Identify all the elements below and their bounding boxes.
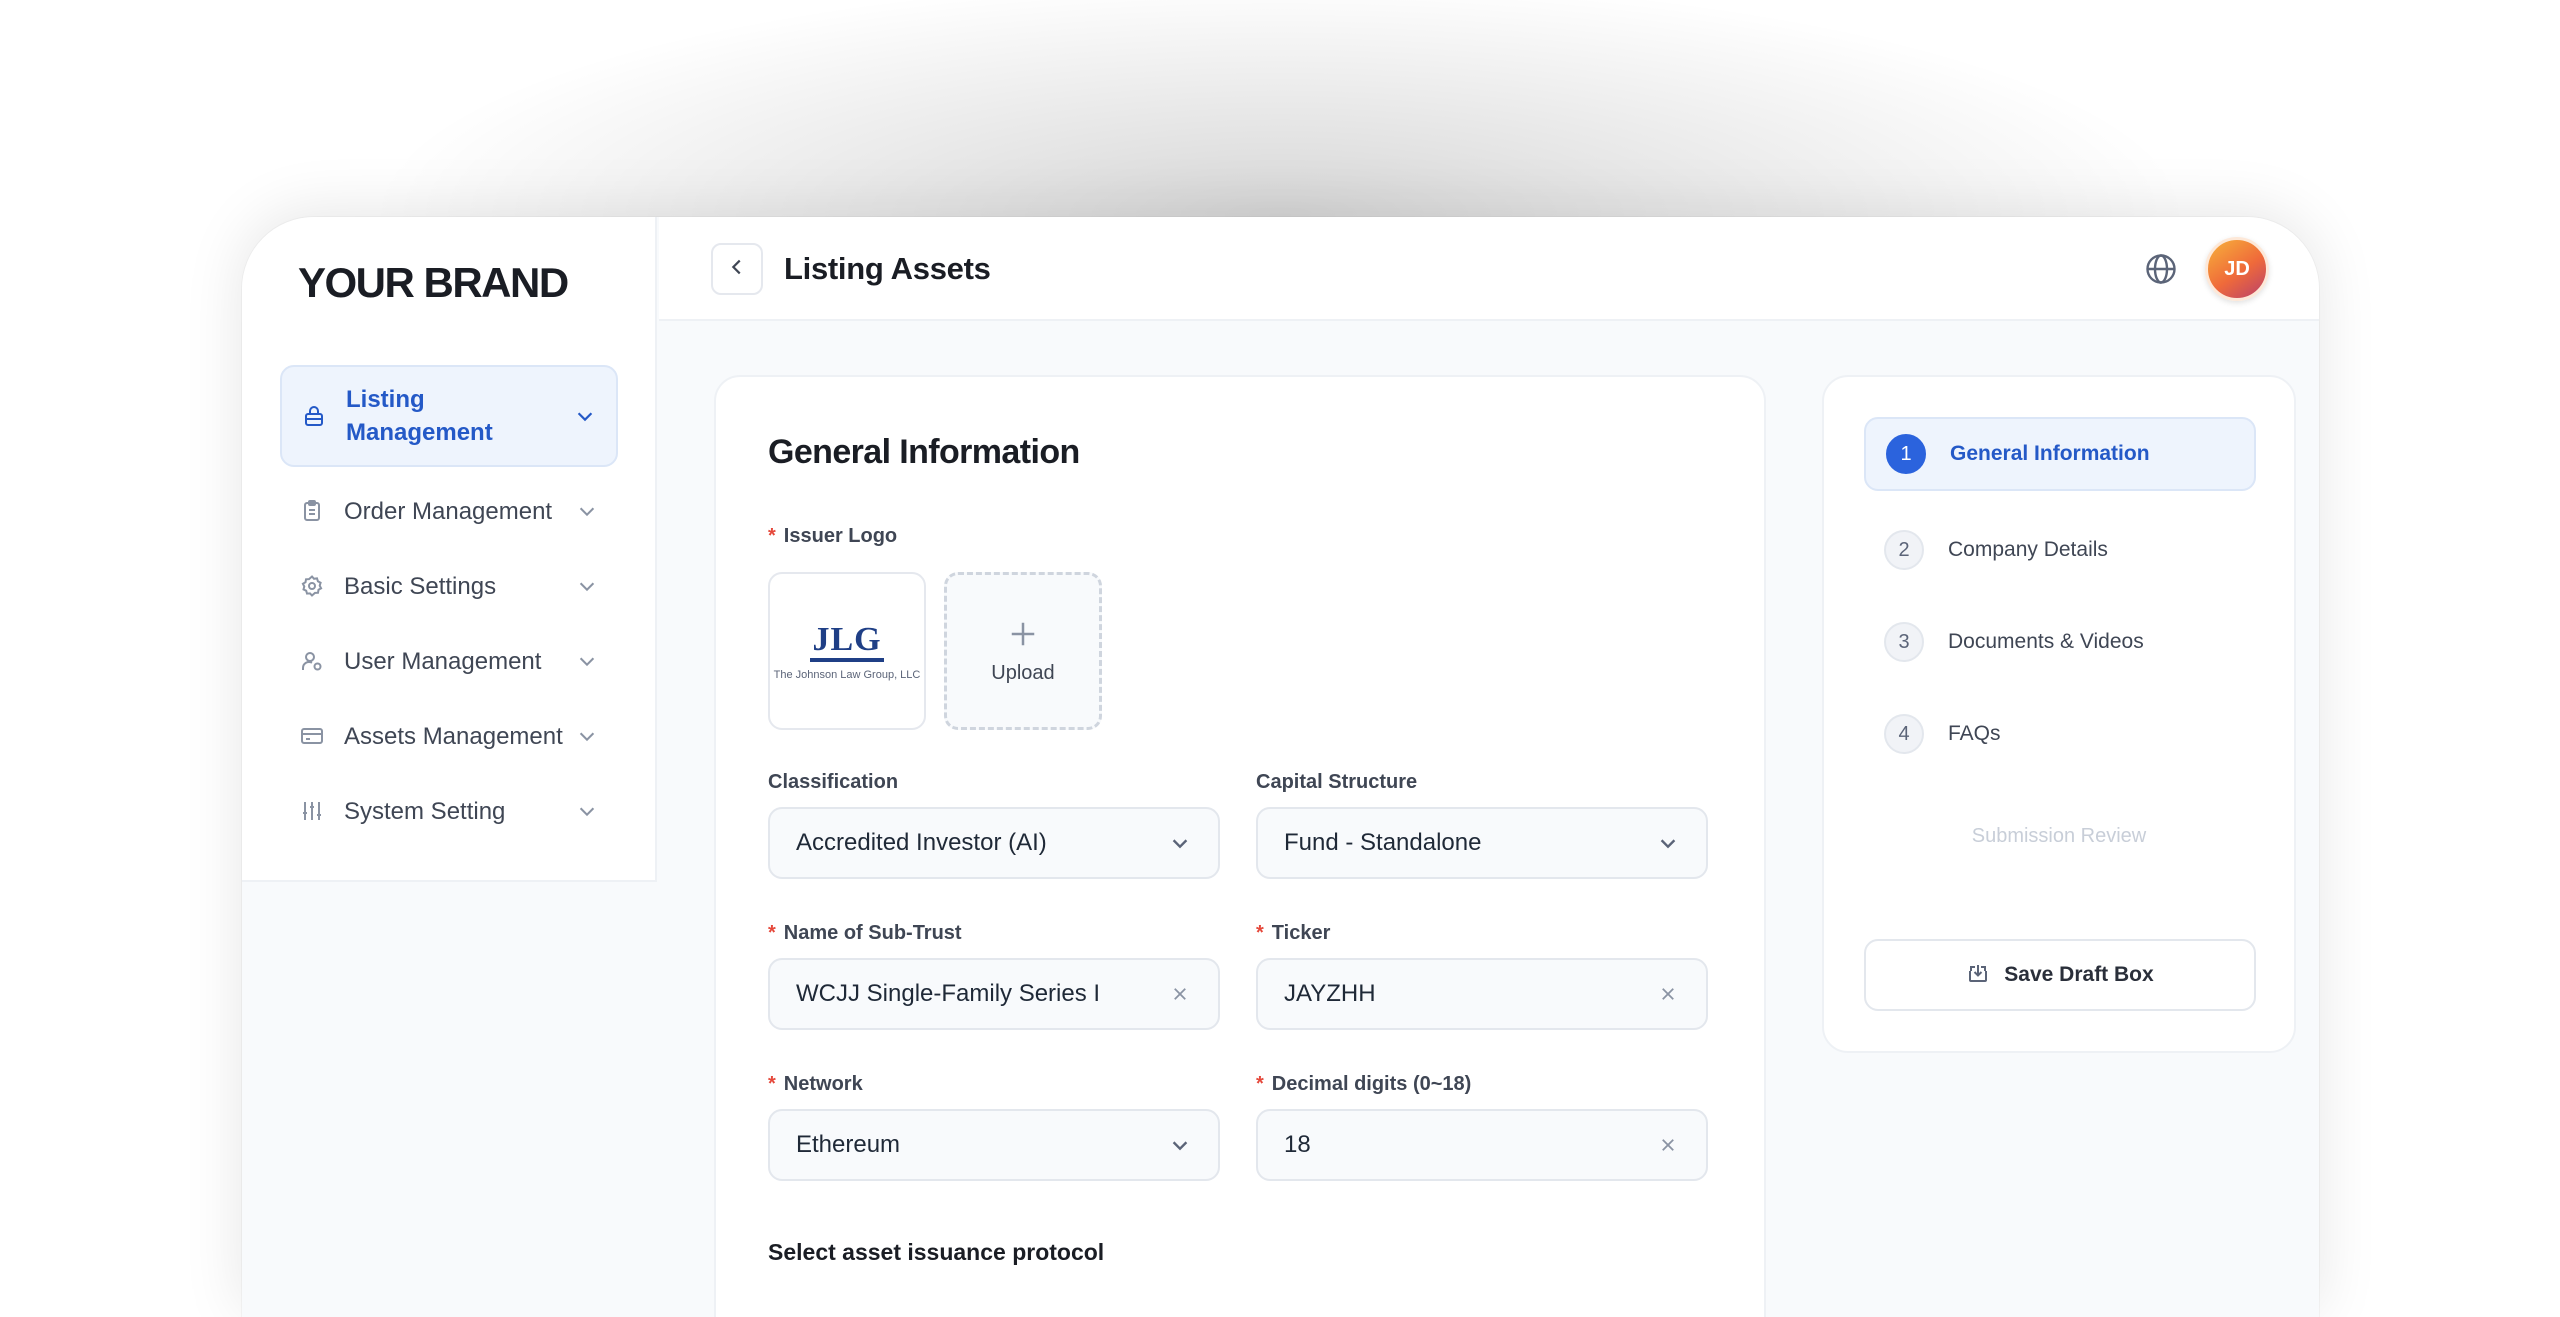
chevron-down-icon <box>576 725 598 747</box>
step-company-details[interactable]: 2 Company Details <box>1864 513 2256 587</box>
page-title: Listing Assets <box>784 251 991 286</box>
step-documents-videos[interactable]: 3 Documents & Videos <box>1864 605 2256 679</box>
logo-subtext: The Johnson Law Group, LLC <box>773 668 921 681</box>
chevron-down-icon <box>1168 1133 1192 1157</box>
issuer-logo-image[interactable]: JLG The Johnson Law Group, LLC <box>768 572 926 730</box>
general-information-card: General Information * Issuer Logo JLG The… <box>714 375 1766 1317</box>
required-mark: * <box>1256 922 1264 944</box>
decimal-digits-label: * Decimal digits (0~18) <box>1256 1073 1471 1096</box>
sidebar: YOUR BRAND Listing Management Order Mana… <box>242 217 657 882</box>
label-text: Decimal digits (0~18) <box>1271 1073 1472 1095</box>
chevron-left-icon <box>726 256 748 283</box>
sub-trust-label: * Name of Sub-Trust <box>768 922 962 945</box>
label-text: Name of Sub-Trust <box>783 922 962 944</box>
steps-panel: 1 General Information 2 Company Details … <box>1822 375 2296 1053</box>
decimal-digits-input[interactable]: 18 <box>1256 1109 1708 1181</box>
capital-structure-select[interactable]: Fund - Standalone <box>1256 807 1708 879</box>
step-number: 3 <box>1884 622 1924 662</box>
back-button[interactable] <box>711 243 763 295</box>
decimal-digits-value: 18 <box>1284 1131 1311 1158</box>
submission-review-button[interactable]: Submission Review <box>1824 825 2294 848</box>
required-mark: * <box>1256 1073 1264 1095</box>
step-number: 2 <box>1884 530 1924 570</box>
user-icon <box>300 649 324 673</box>
required-mark: * <box>768 1073 776 1095</box>
capital-structure-label: Capital Structure <box>1256 771 1418 793</box>
step-number: 4 <box>1884 714 1924 754</box>
clear-icon[interactable] <box>1656 982 1680 1006</box>
capital-structure-value: Fund - Standalone <box>1284 829 1482 856</box>
step-number: 1 <box>1886 434 1926 474</box>
globe-icon[interactable] <box>2143 251 2179 287</box>
label-text: Network <box>783 1073 863 1095</box>
sidebar-item-assets-management[interactable]: Assets Management <box>280 705 618 767</box>
app-window: YOUR BRAND Listing Management Order Mana… <box>242 217 2319 1317</box>
clear-icon[interactable] <box>1168 982 1192 1006</box>
label-text: Ticker <box>1271 922 1331 944</box>
sidebar-item-listing-management[interactable]: Listing Management <box>280 365 618 467</box>
classification-value: Accredited Investor (AI) <box>796 829 1047 856</box>
step-faqs[interactable]: 4 FAQs <box>1864 697 2256 771</box>
sidebar-item-label: System Setting <box>344 797 506 825</box>
upload-label: Upload <box>991 661 1055 684</box>
step-general-information[interactable]: 1 General Information <box>1864 417 2256 491</box>
ticker-label: * Ticker <box>1256 922 1330 945</box>
step-label: Documents & Videos <box>1948 630 2144 653</box>
chevron-down-icon <box>576 800 598 822</box>
ticker-input[interactable]: JAYZHH <box>1256 958 1708 1030</box>
sidebar-item-label: Listing Management <box>346 386 493 446</box>
issuer-logo-label: * Issuer Logo <box>768 525 897 548</box>
sidebar-item-user-management[interactable]: User Management <box>280 630 618 692</box>
save-draft-button[interactable]: Save Draft Box <box>1864 939 2256 1011</box>
network-label: * Network <box>768 1073 863 1096</box>
chevron-down-icon <box>574 405 596 427</box>
sidebar-item-system-setting[interactable]: System Setting <box>280 780 618 842</box>
plus-icon <box>1008 618 1038 656</box>
chevron-down-icon <box>1168 831 1192 855</box>
clipboard-icon <box>300 499 324 523</box>
chevron-down-icon <box>576 575 598 597</box>
logo-text: JLG <box>810 621 884 662</box>
network-value: Ethereum <box>796 1131 901 1158</box>
upload-button[interactable]: Upload <box>944 572 1102 730</box>
sidebar-item-label: Assets Management <box>344 722 563 750</box>
clear-icon[interactable] <box>1656 1133 1680 1157</box>
sidebar-item-basic-settings[interactable]: Basic Settings <box>280 555 618 617</box>
sidebar-item-label: Order Management <box>344 497 553 525</box>
brand-logo: YOUR BRAND <box>298 259 569 306</box>
sidebar-nav: Listing Management Order Management Basi <box>280 365 618 855</box>
lock-icon <box>302 404 326 428</box>
network-select[interactable]: Ethereum <box>768 1109 1220 1181</box>
step-label: Company Details <box>1948 538 2108 561</box>
save-draft-label: Save Draft Box <box>2004 963 2154 986</box>
chevron-down-icon <box>576 500 598 522</box>
avatar[interactable]: JD <box>2205 237 2269 301</box>
sliders-icon <box>300 799 324 823</box>
download-box-icon <box>1966 961 1990 990</box>
label-text: Issuer Logo <box>783 525 898 547</box>
classification-select[interactable]: Accredited Investor (AI) <box>768 807 1220 879</box>
section-title: General Information <box>768 433 1080 471</box>
chevron-down-icon <box>1656 831 1680 855</box>
protocol-heading: Select asset issuance protocol <box>768 1239 1105 1265</box>
card-icon <box>300 724 324 748</box>
required-mark: * <box>768 525 776 547</box>
chevron-down-icon <box>576 650 598 672</box>
step-label: FAQs <box>1948 722 2001 745</box>
required-mark: * <box>768 922 776 944</box>
sub-trust-value: WCJJ Single-Family Series I <box>796 980 1101 1007</box>
sidebar-item-label: Basic Settings <box>344 572 497 600</box>
step-label: General Information <box>1950 442 2150 465</box>
classification-label: Classification <box>768 771 899 793</box>
ticker-value: JAYZHH <box>1284 980 1376 1007</box>
sub-trust-input[interactable]: WCJJ Single-Family Series I <box>768 958 1220 1030</box>
sidebar-item-order-management[interactable]: Order Management <box>280 480 618 542</box>
sidebar-item-label: User Management <box>344 647 542 675</box>
gear-icon <box>300 574 324 598</box>
top-header: Listing Assets JD <box>659 217 2319 321</box>
